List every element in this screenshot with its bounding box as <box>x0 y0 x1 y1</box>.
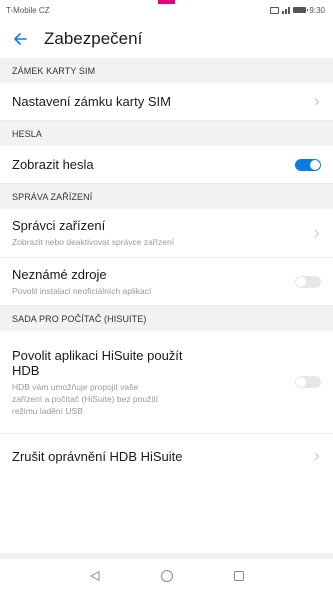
allow-hdb-text: Povolit aplikaci HiSuite použít HDB HDB … <box>12 348 183 417</box>
revoke-hdb-row[interactable]: Zrušit oprávnění HDB HiSuite <box>0 434 333 478</box>
unknown-sources-subtitle: Povolit instalaci neoficiálních aplikací <box>12 285 152 296</box>
chevron-right-icon <box>313 228 321 238</box>
sim-icon <box>270 6 280 14</box>
circle-home-icon[interactable] <box>157 566 177 586</box>
triangle-back-icon[interactable] <box>85 566 105 586</box>
unknown-sources-toggle[interactable] <box>295 275 321 288</box>
section-header-hisuite: SADA PRO POČÍTAČ (HISUITE) <box>0 306 333 331</box>
allow-hdb-subtitle-line3: režimu ladění USB <box>12 405 83 416</box>
section-header-passwords: HESLA <box>0 121 333 146</box>
device-admins-row[interactable]: Správci zařízení Zobrazit nebo deaktivov… <box>0 209 333 258</box>
device-admins-subtitle: Zobrazit nebo deaktivovat správce zaříze… <box>12 237 175 247</box>
clock: 9:30 <box>309 5 325 15</box>
unknown-sources-text: Neznámé zdroje Povolit instalaci neofici… <box>12 267 151 297</box>
allow-hdb-toggle[interactable] <box>295 376 321 388</box>
device-admins-text: Správci zařízení Zobrazit nebo deaktivov… <box>12 218 174 248</box>
brand-accent-mark <box>158 0 175 4</box>
allow-hdb-subtitle-line1: HDB vám umožňuje propojit vaše <box>12 381 139 392</box>
revoke-hdb-label: Zrušit oprávnění HDB HiSuite <box>12 448 183 464</box>
battery-icon <box>293 7 309 13</box>
allow-hdb-label-line2: HDB <box>12 362 40 378</box>
square-recents-icon[interactable] <box>229 566 249 586</box>
allow-hdb-subtitle-line2: zařízení a počítač (HiSuite) bez použití <box>12 393 158 404</box>
allow-hdb-label-line1: Povolit aplikaci HiSuite použít <box>12 347 183 363</box>
show-passwords-label: Zobrazit hesla <box>12 157 94 172</box>
chevron-right-icon <box>313 451 321 461</box>
section-header-sim-lock: ZÁMEK KARTY SIM <box>0 58 333 83</box>
show-passwords-row[interactable]: Zobrazit hesla <box>0 146 333 184</box>
status-icons: 9:30 <box>270 6 325 15</box>
arrow-left-icon[interactable] <box>8 27 32 51</box>
device-admins-label: Správci zařízení <box>12 218 106 233</box>
section-header-device-management: SPRÁVA ZAŘÍZENÍ <box>0 184 333 209</box>
toggle-knob <box>310 159 320 170</box>
show-passwords-toggle[interactable] <box>295 158 321 171</box>
toggle-knob <box>296 377 306 387</box>
toggle-knob <box>296 276 306 287</box>
unknown-sources-row[interactable]: Neznámé zdroje Povolit instalaci neofici… <box>0 258 333 306</box>
allow-hdb-row[interactable]: Povolit aplikaci HiSuite použít HDB HDB … <box>0 331 333 434</box>
sim-lock-settings-row[interactable]: Nastavení zámku karty SIM <box>0 83 333 121</box>
system-nav-bar <box>0 559 333 592</box>
signal-icon <box>282 6 291 14</box>
carrier-label: T-Mobile CZ <box>6 5 50 15</box>
unknown-sources-label: Neznámé zdroje <box>12 266 107 282</box>
chevron-right-icon <box>313 97 321 107</box>
sim-lock-settings-label: Nastavení zámku karty SIM <box>12 94 171 109</box>
page-title: Zabezpečení <box>44 29 143 48</box>
app-bar: Zabezpečení <box>0 20 333 58</box>
